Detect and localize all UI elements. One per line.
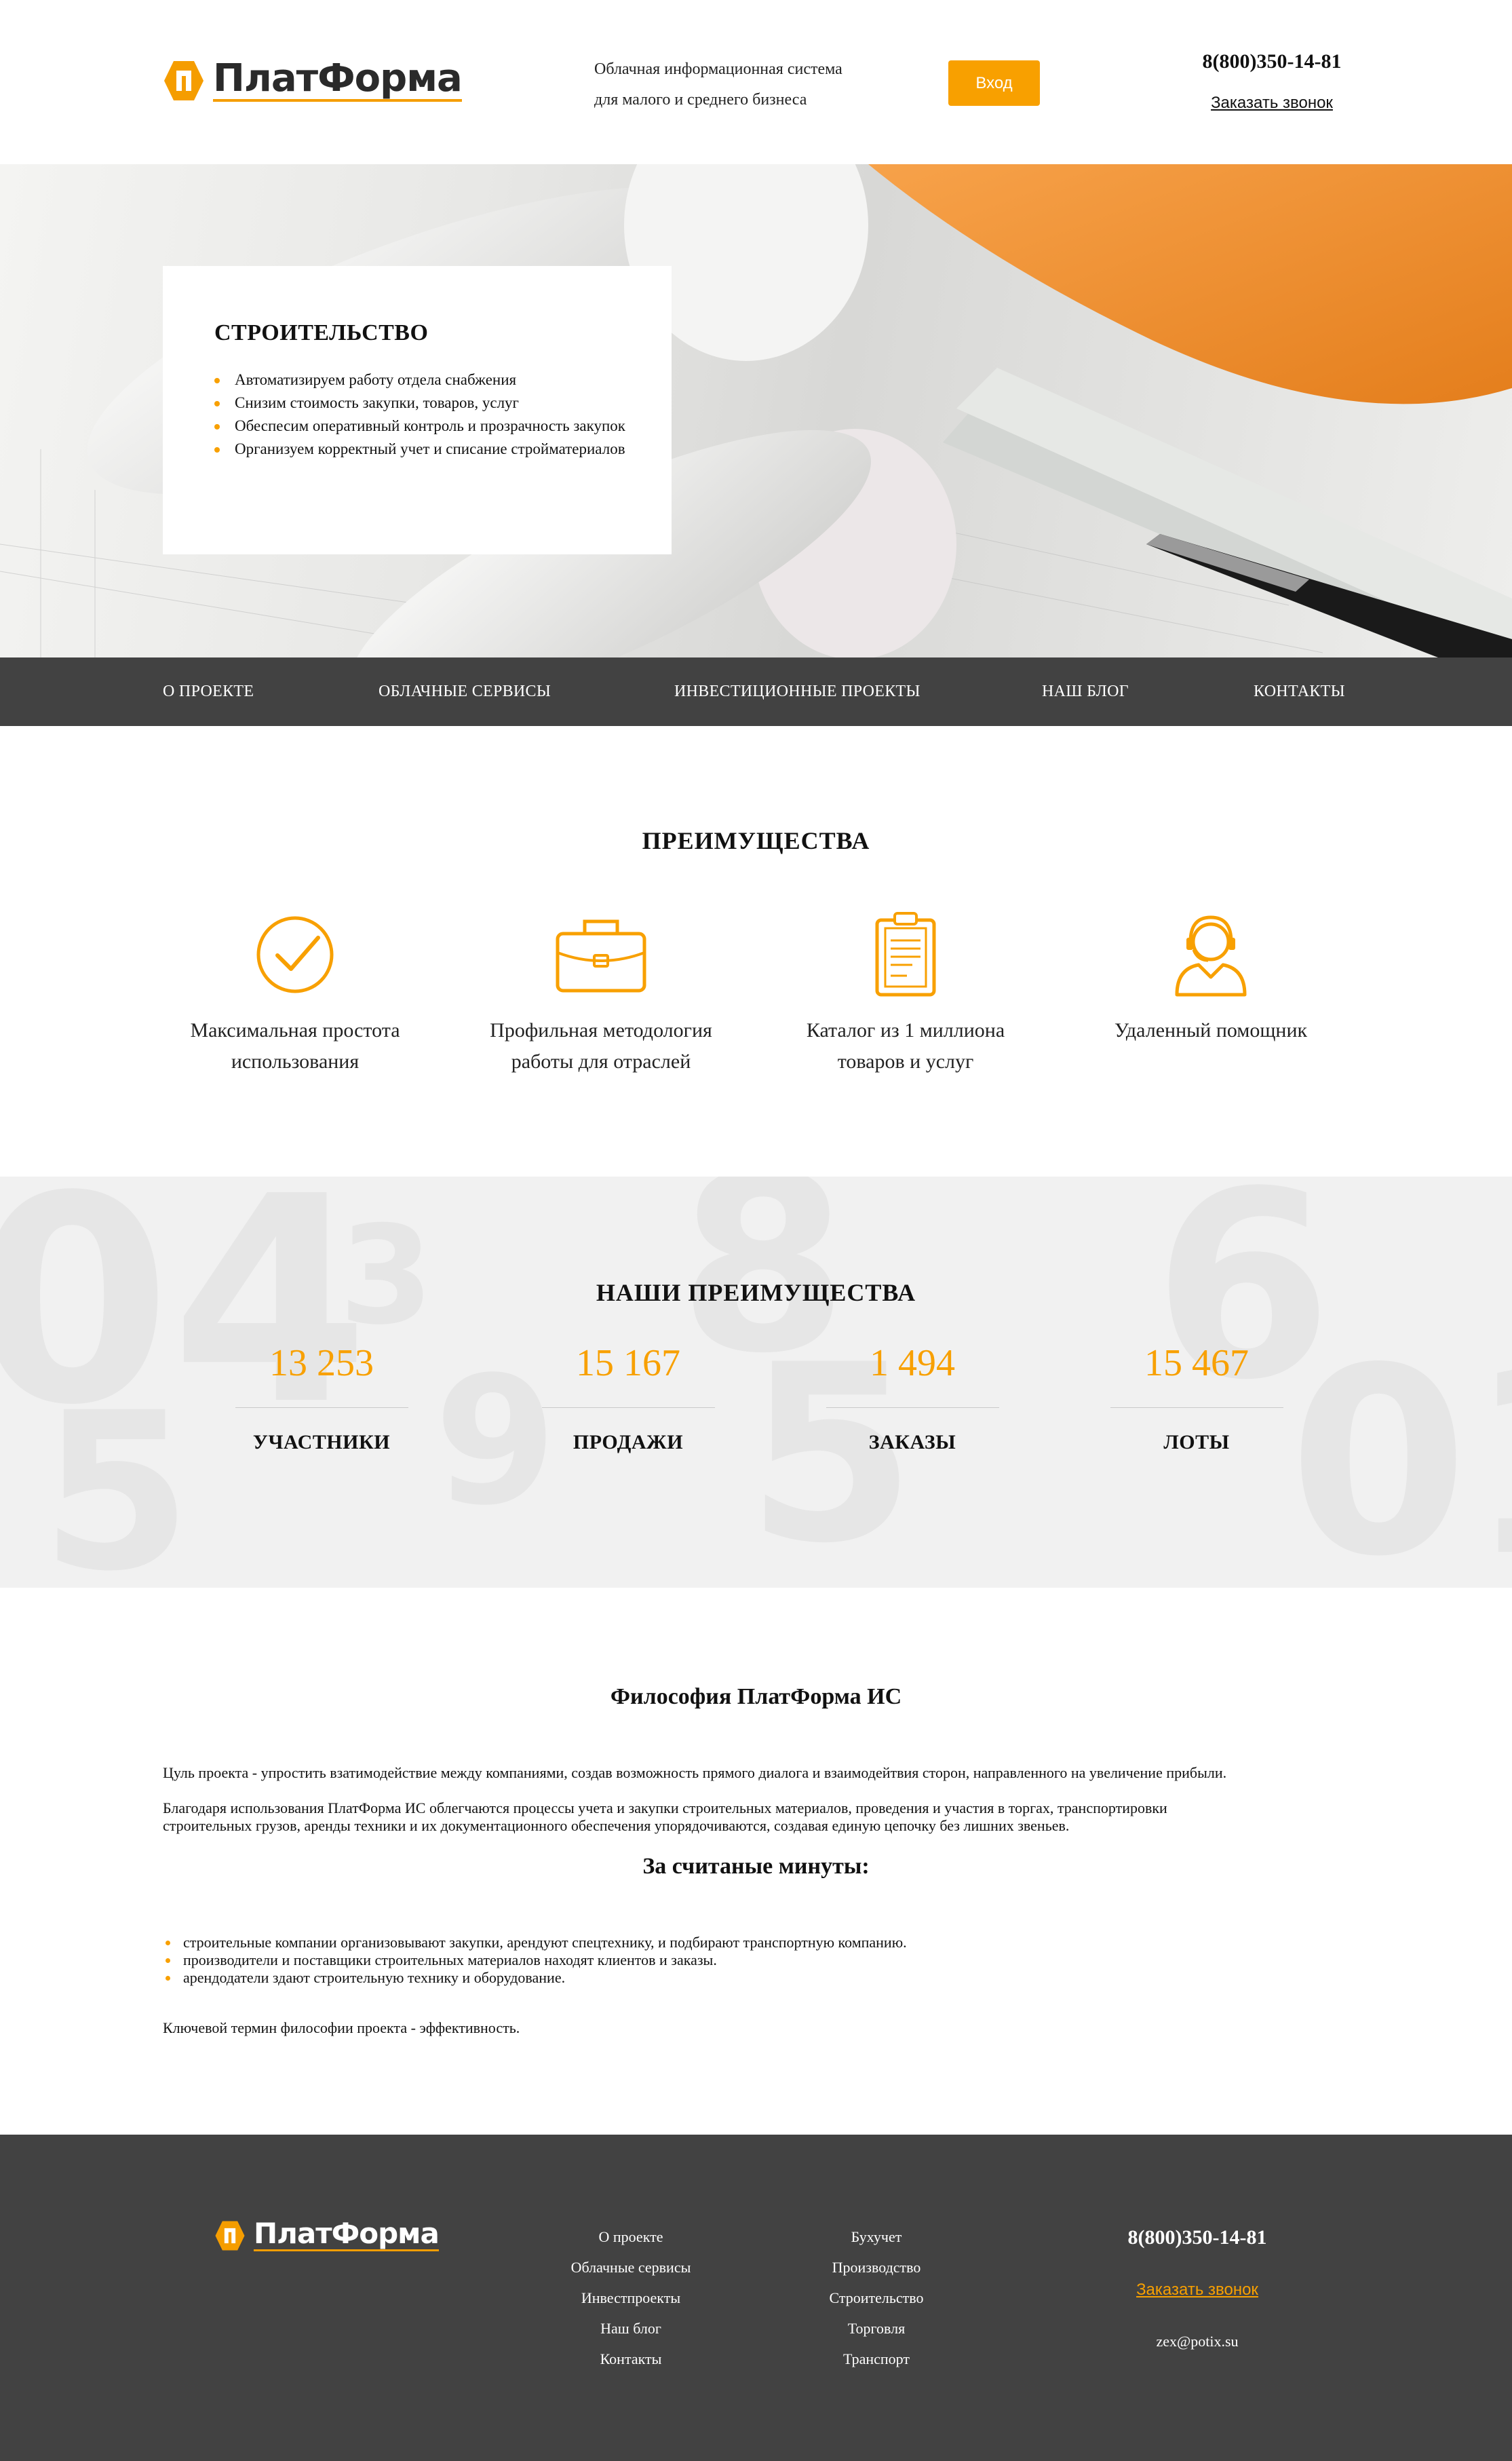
advantage-item: Профильная методология работы для отрасл… bbox=[452, 911, 750, 1077]
footer-link-construction[interactable]: Строительство bbox=[768, 2283, 985, 2313]
footer-email[interactable]: zex@potix.su bbox=[1112, 2333, 1282, 2350]
hero-list-item: Организуем корректный учет и списание ст… bbox=[214, 440, 635, 459]
footer-callback-link[interactable]: Заказать звонок bbox=[1112, 2281, 1282, 2300]
site-footer: ПлатФорма О проекте Облачные сервисы Инв… bbox=[0, 2135, 1512, 2461]
minutes-list-item: арендодатели здают строительную технику … bbox=[163, 1969, 1343, 1987]
minutes-list: строительные компании организовывают зак… bbox=[163, 1934, 1343, 1987]
stat-value: 15 467 bbox=[1144, 1342, 1249, 1384]
footer-phone[interactable]: 8(800)350-14-81 bbox=[1112, 2226, 1282, 2249]
nav-item-cloud-services[interactable]: ОБЛАЧНЫЕ СЕРВИСЫ bbox=[379, 657, 551, 726]
advantage-label-line: использования bbox=[231, 1050, 360, 1073]
stat-label: ЛОТЫ bbox=[1163, 1431, 1230, 1453]
logo-mark-icon bbox=[164, 61, 203, 100]
hero-title: СТРОИТЕЛЬСТВО bbox=[214, 320, 429, 345]
footer-menu-industries: Бухучет Производство Строительство Торго… bbox=[768, 2221, 985, 2374]
footer-link-transport[interactable]: Транспорт bbox=[768, 2344, 985, 2374]
advantage-item: Удаленный помощник bbox=[1062, 911, 1360, 1046]
stat-label: УЧАСТНИКИ bbox=[252, 1431, 391, 1453]
stats-section: 04 3 9 8 5 6 01 5 НАШИ ПРЕИМУЩЕСТВА 13 2… bbox=[0, 1177, 1512, 1588]
advantage-label-line: Максимальная простота bbox=[190, 1019, 400, 1042]
footer-link-investprojects[interactable]: Инвестпроекты bbox=[522, 2283, 739, 2313]
minutes-list-item: строительные компании организовывают зак… bbox=[163, 1934, 1343, 1951]
stat-divider bbox=[541, 1407, 715, 1408]
login-button[interactable]: Вход bbox=[948, 60, 1040, 106]
briefcase-icon bbox=[556, 919, 646, 993]
hero-banner: СТРОИТЕЛЬСТВО Автоматизируем работу отде… bbox=[0, 164, 1512, 657]
advantage-label-line: товаров и услуг bbox=[837, 1050, 974, 1073]
advantage-label-line: Каталог из 1 миллиона bbox=[806, 1019, 1005, 1042]
advantage-label: Максимальная простота использования bbox=[146, 1015, 444, 1077]
advantage-label-line: Удаленный помощник bbox=[1114, 1019, 1308, 1042]
footer-link-about[interactable]: О проекте bbox=[522, 2221, 739, 2252]
main-nav: О ПРОЕКТЕ ОБЛАЧНЫЕ СЕРВИСЫ ИНВЕСТИЦИОННЫ… bbox=[0, 657, 1512, 726]
footer-link-cloud-services[interactable]: Облачные сервисы bbox=[522, 2252, 739, 2283]
logo-mark-icon bbox=[215, 2220, 245, 2251]
stat-item: 15 467 ЛОТЫ bbox=[1108, 1339, 1285, 1454]
hero-card: СТРОИТЕЛЬСТВО Автоматизируем работу отде… bbox=[163, 266, 672, 554]
document-clipboard-icon bbox=[875, 912, 936, 997]
hero-list-item: Обеспесим оперативный контроль и прозрач… bbox=[214, 417, 635, 436]
philosophy-usage-text: Благодаря использования ПлатФорма ИС обл… bbox=[163, 1799, 1343, 1835]
footer-link-accounting[interactable]: Бухучет bbox=[768, 2221, 985, 2252]
stat-divider bbox=[235, 1407, 408, 1408]
philosophy-title: Философия ПлатФорма ИС bbox=[610, 1684, 902, 1709]
stat-value: 13 253 bbox=[269, 1342, 374, 1384]
checkmark-circle-icon bbox=[256, 916, 334, 993]
advantage-label: Профильная методология работы для отрасл… bbox=[452, 1015, 750, 1077]
advantage-label: Каталог из 1 миллиона товаров и услуг bbox=[756, 1015, 1055, 1077]
philosophy-usage-line: Благодаря использования ПлатФорма ИС обл… bbox=[163, 1799, 1167, 1816]
nav-item-investment-projects[interactable]: ИНВЕСТИЦИОННЫЕ ПРОЕКТЫ bbox=[674, 657, 920, 726]
advantage-item: Каталог из 1 миллиона товаров и услуг bbox=[756, 911, 1055, 1077]
tagline-line-1: Облачная информационная система bbox=[594, 60, 842, 78]
advantage-label-line: работы для отраслей bbox=[511, 1050, 691, 1073]
minutes-list-item: производители и поставщики строительных … bbox=[163, 1951, 1343, 1969]
philosophy-goal-text: Цуль проекта - упростить взатимодействие… bbox=[163, 1764, 1227, 1781]
background-digit: 5 bbox=[41, 1367, 192, 1588]
logo[interactable]: ПлатФорма bbox=[163, 56, 463, 102]
logo-text: ПлатФорма bbox=[213, 56, 463, 102]
background-digit: 9 bbox=[434, 1339, 557, 1544]
tagline-line-2: для малого и среднего бизнеса bbox=[594, 91, 807, 109]
footer-link-blog[interactable]: Наш блог bbox=[522, 2313, 739, 2344]
background-digit: 01 bbox=[1289, 1312, 1512, 1588]
nav-item-about[interactable]: О ПРОЕКТЕ bbox=[163, 657, 254, 726]
footer-logo-text: ПлатФорма bbox=[254, 2217, 440, 2251]
advantage-item: Максимальная простота использования bbox=[146, 911, 444, 1077]
philosophy-usage-line: строительных грузов, аренды техники и их… bbox=[163, 1817, 1070, 1834]
hero-list-item: Снизим стоимость закупки, товаров, услуг bbox=[214, 394, 635, 413]
nav-item-blog[interactable]: НАШ БЛОГ bbox=[1042, 657, 1129, 726]
stat-value: 15 167 bbox=[576, 1342, 680, 1384]
site-header: ПлатФорма Облачная информационная систем… bbox=[0, 0, 1512, 164]
stat-label: ПРОДАЖИ bbox=[573, 1431, 684, 1453]
footer-link-contacts[interactable]: Контакты bbox=[522, 2344, 739, 2374]
advantages-title: ПРЕИМУЩЕСТВА bbox=[642, 827, 870, 854]
stat-item: 15 167 ПРОДАЖИ bbox=[540, 1339, 716, 1454]
header-phone[interactable]: 8(800)350-14-81 bbox=[1197, 50, 1346, 73]
stat-item: 1 494 ЗАКАЗЫ bbox=[824, 1339, 1001, 1454]
stat-item: 13 253 УЧАСТНИКИ bbox=[233, 1339, 410, 1454]
footer-link-production[interactable]: Производство bbox=[768, 2252, 985, 2283]
support-agent-icon bbox=[1175, 915, 1247, 997]
tagline: Облачная информационная система для мало… bbox=[594, 54, 842, 115]
footer-logo[interactable]: ПлатФорма bbox=[214, 2217, 440, 2251]
stat-label: ЗАКАЗЫ bbox=[868, 1431, 956, 1453]
stats-title: НАШИ ПРЕИМУЩЕСТВА bbox=[596, 1279, 916, 1306]
hero-list-item: Автоматизируем работу отдела снабжения bbox=[214, 370, 635, 389]
nav-item-contacts[interactable]: КОНТАКТЫ bbox=[1254, 657, 1345, 726]
background-digit: 3 bbox=[339, 1197, 434, 1355]
callback-link[interactable]: Заказать звонок bbox=[1197, 94, 1346, 113]
stat-value: 1 494 bbox=[870, 1342, 955, 1384]
hero-list: Автоматизируем работу отдела снабжения С… bbox=[214, 370, 635, 463]
footer-menu-main: О проекте Облачные сервисы Инвестпроекты… bbox=[522, 2221, 739, 2374]
minutes-title: За считаные минуты: bbox=[642, 1854, 870, 1879]
stat-divider bbox=[826, 1407, 999, 1408]
advantage-label: Удаленный помощник bbox=[1062, 1015, 1360, 1046]
philosophy-key-term: Ключевой термин философии проекта - эффе… bbox=[163, 2019, 520, 2036]
advantage-label-line: Профильная методология bbox=[490, 1019, 712, 1042]
stat-divider bbox=[1110, 1407, 1283, 1408]
footer-link-trade[interactable]: Торговля bbox=[768, 2313, 985, 2344]
